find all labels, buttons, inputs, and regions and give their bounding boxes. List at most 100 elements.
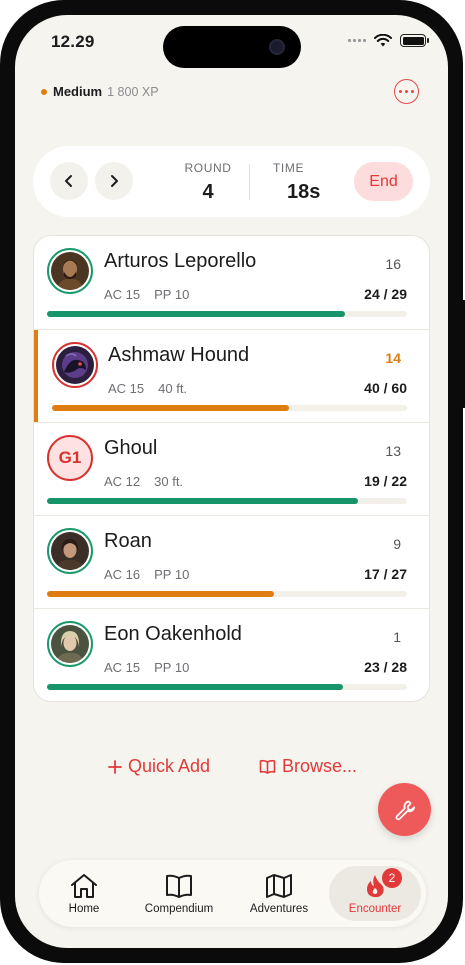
armor-class: AC 16 (104, 567, 141, 582)
initiative-value: 1 (393, 629, 401, 645)
passive-perception: PP 10 (154, 567, 190, 582)
armor-class: AC 15 (104, 660, 141, 675)
dynamic-island (163, 26, 301, 68)
map-icon (266, 873, 292, 898)
time-value: 18s (287, 181, 321, 203)
combatant-name: Roan (104, 530, 152, 552)
round-controls: ROUND 4 TIME 18s End (33, 146, 430, 217)
combatant-row[interactable]: Eon Oakenhold 1 AC 15 PP 10 23 / 28 (34, 608, 429, 701)
round-label: ROUND (184, 161, 232, 175)
power-button (460, 300, 465, 408)
browse-label: Browse... (282, 756, 358, 776)
avatar (47, 248, 93, 294)
avatar (47, 528, 93, 574)
hp-bar (47, 591, 407, 597)
hit-points: 24 / 29 (364, 286, 407, 302)
tab-encounter-label: Encounter (348, 902, 402, 915)
time-label: TIME (273, 161, 305, 175)
tab-bar: Home Compendium Adventures Encounter 2 (39, 860, 426, 927)
quick-add-label: Quick Add (128, 756, 211, 776)
hp-bar-fill (47, 498, 359, 504)
tools-fab-button[interactable] (378, 783, 431, 836)
armor-class: AC 12 (104, 474, 141, 489)
volume-down-button (0, 322, 3, 388)
browse-button[interactable]: Browse... (259, 756, 357, 777)
portrait-roan (51, 532, 89, 570)
quick-add-button[interactable]: Quick Add (108, 756, 210, 777)
tab-compendium-label: Compendium (144, 902, 214, 915)
end-encounter-button[interactable]: End (354, 162, 413, 201)
token-label: G1 (58, 448, 82, 467)
hp-bar-fill (47, 591, 274, 597)
difficulty-label: Medium (53, 84, 103, 99)
combatant-name: Ghoul (104, 437, 158, 459)
avatar (47, 621, 93, 667)
tab-home-label: Home (68, 902, 100, 915)
difficulty-dot (41, 88, 47, 95)
avatar (52, 342, 98, 388)
battery-icon (400, 34, 429, 47)
combatant-name: Ashmaw Hound (108, 344, 250, 366)
combatant-stats: AC 15 PP 10 (104, 660, 189, 675)
hp-bar (52, 405, 407, 411)
hp-bar (47, 684, 407, 690)
initiative-value: 13 (385, 443, 401, 459)
portrait-eon-oakenhold (51, 625, 89, 663)
tab-compendium[interactable]: Compendium (134, 866, 224, 921)
status-time: 12.29 (51, 32, 95, 51)
stat-divider (249, 164, 250, 200)
signal-icon (348, 39, 366, 42)
xp-total: 1 800 XP (107, 84, 159, 99)
active-turn-indicator (34, 330, 38, 423)
combatant-stats: AC 15 40 ft. (108, 381, 187, 396)
app-screen: 12.29 Medium 1 800 XP ROUND 4 TIME 18s E… (15, 15, 448, 948)
hp-bar-fill (47, 311, 346, 317)
combatant-stats: AC 12 30 ft. (104, 474, 183, 489)
tab-home[interactable]: Home (59, 866, 109, 921)
status-icons (348, 34, 429, 47)
tab-adventures[interactable]: Adventures (239, 866, 319, 921)
chevron-left-icon (65, 175, 72, 187)
armor-class: AC 15 (104, 287, 141, 302)
combatant-row[interactable]: Arturos Leporello 16 AC 15 PP 10 24 / 29 (34, 236, 429, 329)
ellipsis-icon (399, 90, 403, 93)
hp-bar-fill (47, 684, 343, 690)
round-value: 4 (202, 181, 214, 203)
passive-perception: PP 10 (154, 287, 190, 302)
armor-class: AC 15 (108, 381, 145, 396)
portrait-ashmaw-hound (56, 346, 94, 384)
previous-turn-button[interactable] (50, 162, 88, 200)
speed: 40 ft. (158, 381, 188, 396)
initiative-value: 9 (393, 536, 401, 552)
combatant-row[interactable]: Ashmaw Hound 14 AC 15 40 ft. 40 / 60 (34, 329, 429, 423)
hit-points: 40 / 60 (364, 380, 407, 396)
wifi-icon (374, 34, 392, 47)
portrait-arturos (51, 252, 89, 290)
more-options-button[interactable] (394, 79, 419, 104)
avatar: G1 (47, 435, 93, 481)
round-counter: ROUND 4 (183, 161, 233, 204)
open-book-icon (259, 759, 276, 774)
combatant-stats: AC 16 PP 10 (104, 567, 189, 582)
initiative-value: 16 (385, 256, 401, 272)
passive-perception: PP 10 (154, 660, 190, 675)
initiative-value: 14 (385, 350, 401, 366)
combatant-row[interactable]: Roan 9 AC 16 PP 10 17 / 27 (34, 515, 429, 608)
combatant-name: Arturos Leporello (104, 250, 257, 272)
hit-points: 23 / 28 (364, 659, 407, 675)
tab-encounter[interactable]: Encounter 2 (329, 866, 421, 921)
home-icon (71, 873, 97, 898)
combatant-row[interactable]: G1 Ghoul 13 AC 12 30 ft. 19 / 22 (34, 422, 429, 515)
combatant-name: Eon Oakenhold (104, 623, 242, 645)
volume-up-button (0, 240, 3, 306)
hit-points: 17 / 27 (364, 566, 407, 582)
plus-icon (108, 759, 122, 774)
chevron-right-icon (111, 175, 118, 187)
speed: 30 ft. (154, 474, 184, 489)
encounter-count-badge: 2 (382, 868, 402, 888)
combatant-list: Arturos Leporello 16 AC 15 PP 10 24 / 29 (33, 235, 430, 702)
time-counter: TIME 18s (273, 161, 335, 204)
tab-adventures-label: Adventures (249, 902, 309, 915)
next-turn-button[interactable] (95, 162, 133, 200)
device-frame: 12.29 Medium 1 800 XP ROUND 4 TIME 18s E… (0, 0, 465, 963)
